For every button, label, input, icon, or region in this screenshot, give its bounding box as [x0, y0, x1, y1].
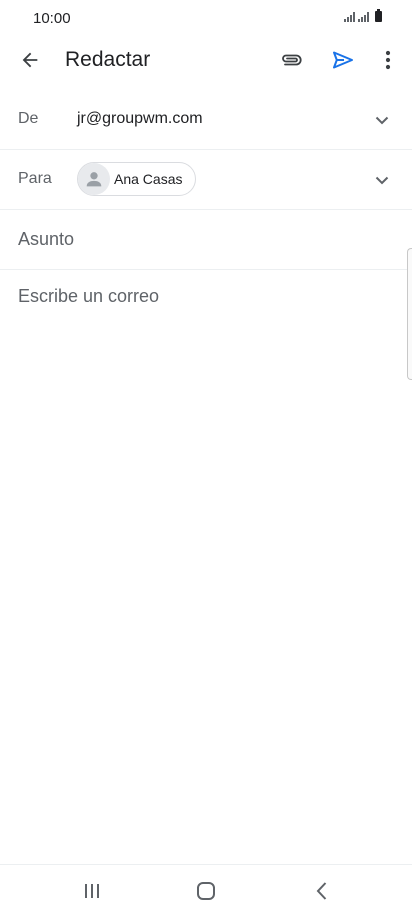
back-chevron-icon	[316, 882, 327, 900]
person-icon	[86, 172, 102, 187]
app-bar: Redactar	[0, 36, 412, 84]
chevron-down-icon	[375, 176, 389, 184]
signal-icon	[344, 11, 355, 22]
signal-icon	[358, 11, 369, 22]
send-icon	[333, 51, 353, 69]
body-input[interactable]	[18, 286, 398, 846]
battery-icon	[375, 9, 382, 22]
avatar	[78, 163, 110, 195]
attach-button[interactable]	[274, 44, 308, 76]
recent-apps-button[interactable]	[78, 879, 106, 903]
recipient-chip[interactable]: Ana Casas	[77, 162, 197, 196]
system-navigation-bar	[0, 864, 412, 915]
from-row[interactable]: De jr@groupwm.com	[0, 90, 412, 150]
from-expand-button[interactable]	[372, 110, 392, 130]
to-row[interactable]: Para Ana Casas	[0, 150, 412, 210]
back-button[interactable]	[14, 44, 46, 76]
arrow-left-icon	[22, 52, 38, 68]
home-icon	[197, 882, 215, 900]
subject-input[interactable]	[18, 229, 388, 250]
status-time: 10:00	[33, 10, 71, 27]
chevron-down-icon	[375, 116, 389, 124]
home-button[interactable]	[192, 878, 220, 904]
send-button[interactable]	[326, 44, 360, 76]
page-title: Redactar	[65, 48, 151, 71]
paperclip-icon	[282, 54, 302, 66]
system-back-button[interactable]	[308, 878, 336, 904]
from-label: De	[18, 110, 39, 127]
to-expand-button[interactable]	[372, 170, 392, 190]
status-bar: 10:00	[0, 0, 412, 36]
status-icons	[344, 9, 382, 22]
more-vert-icon	[385, 50, 391, 70]
edge-panel-handle[interactable]	[407, 248, 412, 380]
subject-row	[0, 210, 412, 270]
recipient-name: Ana Casas	[114, 171, 183, 187]
compose-screen: 10:00 Redactar De jr@groupwm.com Para An…	[0, 0, 412, 915]
more-options-button[interactable]	[374, 44, 402, 76]
recent-apps-icon	[85, 884, 99, 898]
from-address: jr@groupwm.com	[77, 110, 203, 127]
to-label: Para	[18, 170, 52, 187]
